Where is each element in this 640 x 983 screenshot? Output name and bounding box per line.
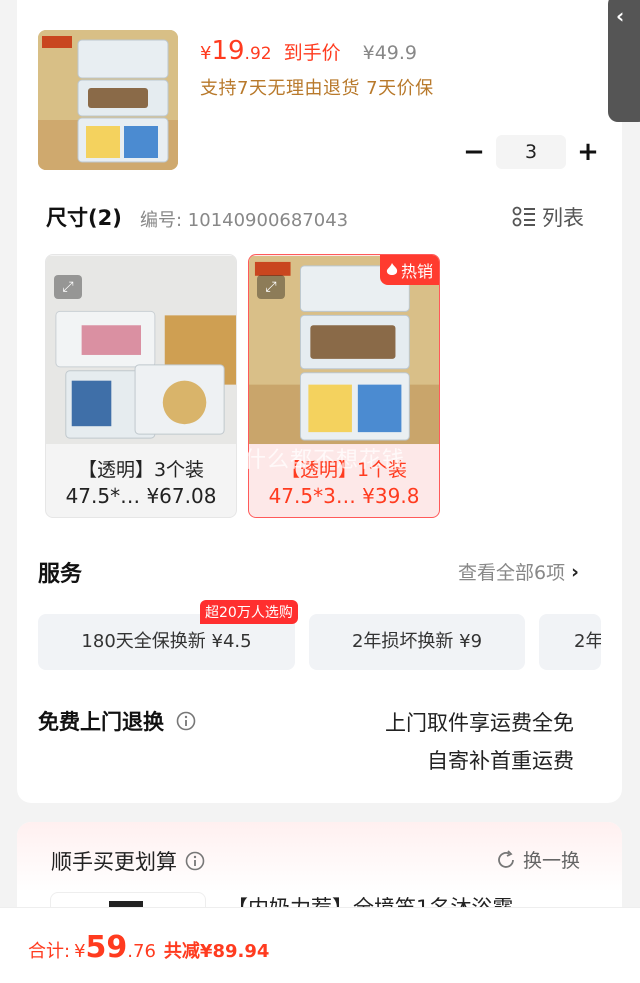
swap-label: 换一换 — [523, 850, 581, 872]
view-all-label: 查看全部6项 — [458, 562, 566, 584]
free-return-label: 免费上门退换 — [38, 710, 164, 734]
option-card-3pack[interactable]: ⤢ 【透明】3个装 47.5*… ¥67.08 — [45, 254, 237, 518]
service-chip-more[interactable]: 2年 — [539, 614, 601, 670]
list-label: 列表 — [542, 206, 584, 230]
total-integer: 59 — [85, 930, 128, 965]
final-price-tag: 到手价 — [283, 42, 341, 64]
option-name: 【透明】1个装 — [280, 459, 408, 481]
price-integer: 19 — [211, 36, 245, 66]
bundle-title-label: 顺手买更划算 — [51, 850, 177, 874]
list-icon — [512, 206, 535, 227]
swap-button[interactable]: 换一换 — [495, 846, 580, 873]
total-saved: 共减¥89.94 — [163, 941, 270, 962]
expand-icon[interactable]: ⤢ — [257, 275, 285, 299]
return-self-ship-text: 自寄补首重运费 — [427, 749, 574, 773]
chevron-right-icon: › — [571, 560, 579, 583]
option-name: 【透明】3个装 — [77, 459, 205, 481]
size-title: 尺寸(2) — [46, 206, 122, 230]
collapse-tab[interactable]: ‹ — [608, 0, 640, 122]
list-view-toggle[interactable]: 列表 — [512, 202, 584, 232]
info-icon[interactable] — [185, 851, 205, 871]
guarantee-text: 支持7天无理由退货 7天价保 — [200, 78, 434, 99]
option-meta: 47.5*… ¥67.08 — [65, 484, 217, 508]
option-card-1pack[interactable]: 热销 ⤢ 【透明】1个装 47.5*3… ¥39.8 — [248, 254, 440, 518]
total-summary: 合计: ¥ 59 .76 共减¥89.94 — [28, 930, 269, 965]
price-currency: ¥ — [200, 43, 212, 64]
checkout-footer: 合计: ¥ 59 .76 共减¥89.94 — [0, 907, 640, 983]
free-return-title: 免费上门退换 — [38, 706, 196, 736]
price-decimal: .92 — [244, 44, 272, 64]
total-label: 合计: — [28, 941, 71, 962]
popular-badge: 超20万人选购 — [200, 600, 298, 624]
hot-sale-label: 热销 — [400, 262, 433, 281]
service-title: 服务 — [38, 562, 83, 587]
info-icon[interactable] — [176, 711, 196, 731]
expand-icon[interactable]: ⤢ — [54, 275, 82, 299]
increase-button[interactable]: + — [576, 134, 600, 170]
option-meta: 47.5*3… ¥39.8 — [268, 484, 420, 508]
price-line: ¥ 19 .92 到手价 ¥49.9 — [200, 36, 417, 70]
view-all-services-link[interactable]: 查看全部6项 › — [458, 558, 579, 585]
storage-box-image — [38, 30, 178, 170]
product-thumbnail[interactable] — [38, 30, 178, 170]
bundle-title: 顺手买更划算 — [51, 846, 205, 876]
product-code: 编号: 10140900687043 — [140, 210, 349, 231]
total-decimal: .76 — [127, 941, 156, 962]
return-pickup-text: 上门取件享运费全免 — [385, 711, 574, 735]
original-price: ¥49.9 — [362, 42, 418, 64]
quantity-stepper: − 3 + — [462, 134, 602, 170]
service-chip-2year[interactable]: 2年损坏换新 ¥9 — [309, 614, 525, 670]
total-currency: ¥ — [74, 941, 86, 962]
hot-sale-badge: 热销 — [379, 255, 439, 285]
chevron-left-icon: ‹ — [616, 4, 625, 28]
decrease-button[interactable]: − — [462, 134, 486, 170]
refresh-icon — [498, 849, 514, 868]
quantity-input[interactable]: 3 — [496, 135, 566, 169]
flame-icon — [386, 263, 398, 275]
